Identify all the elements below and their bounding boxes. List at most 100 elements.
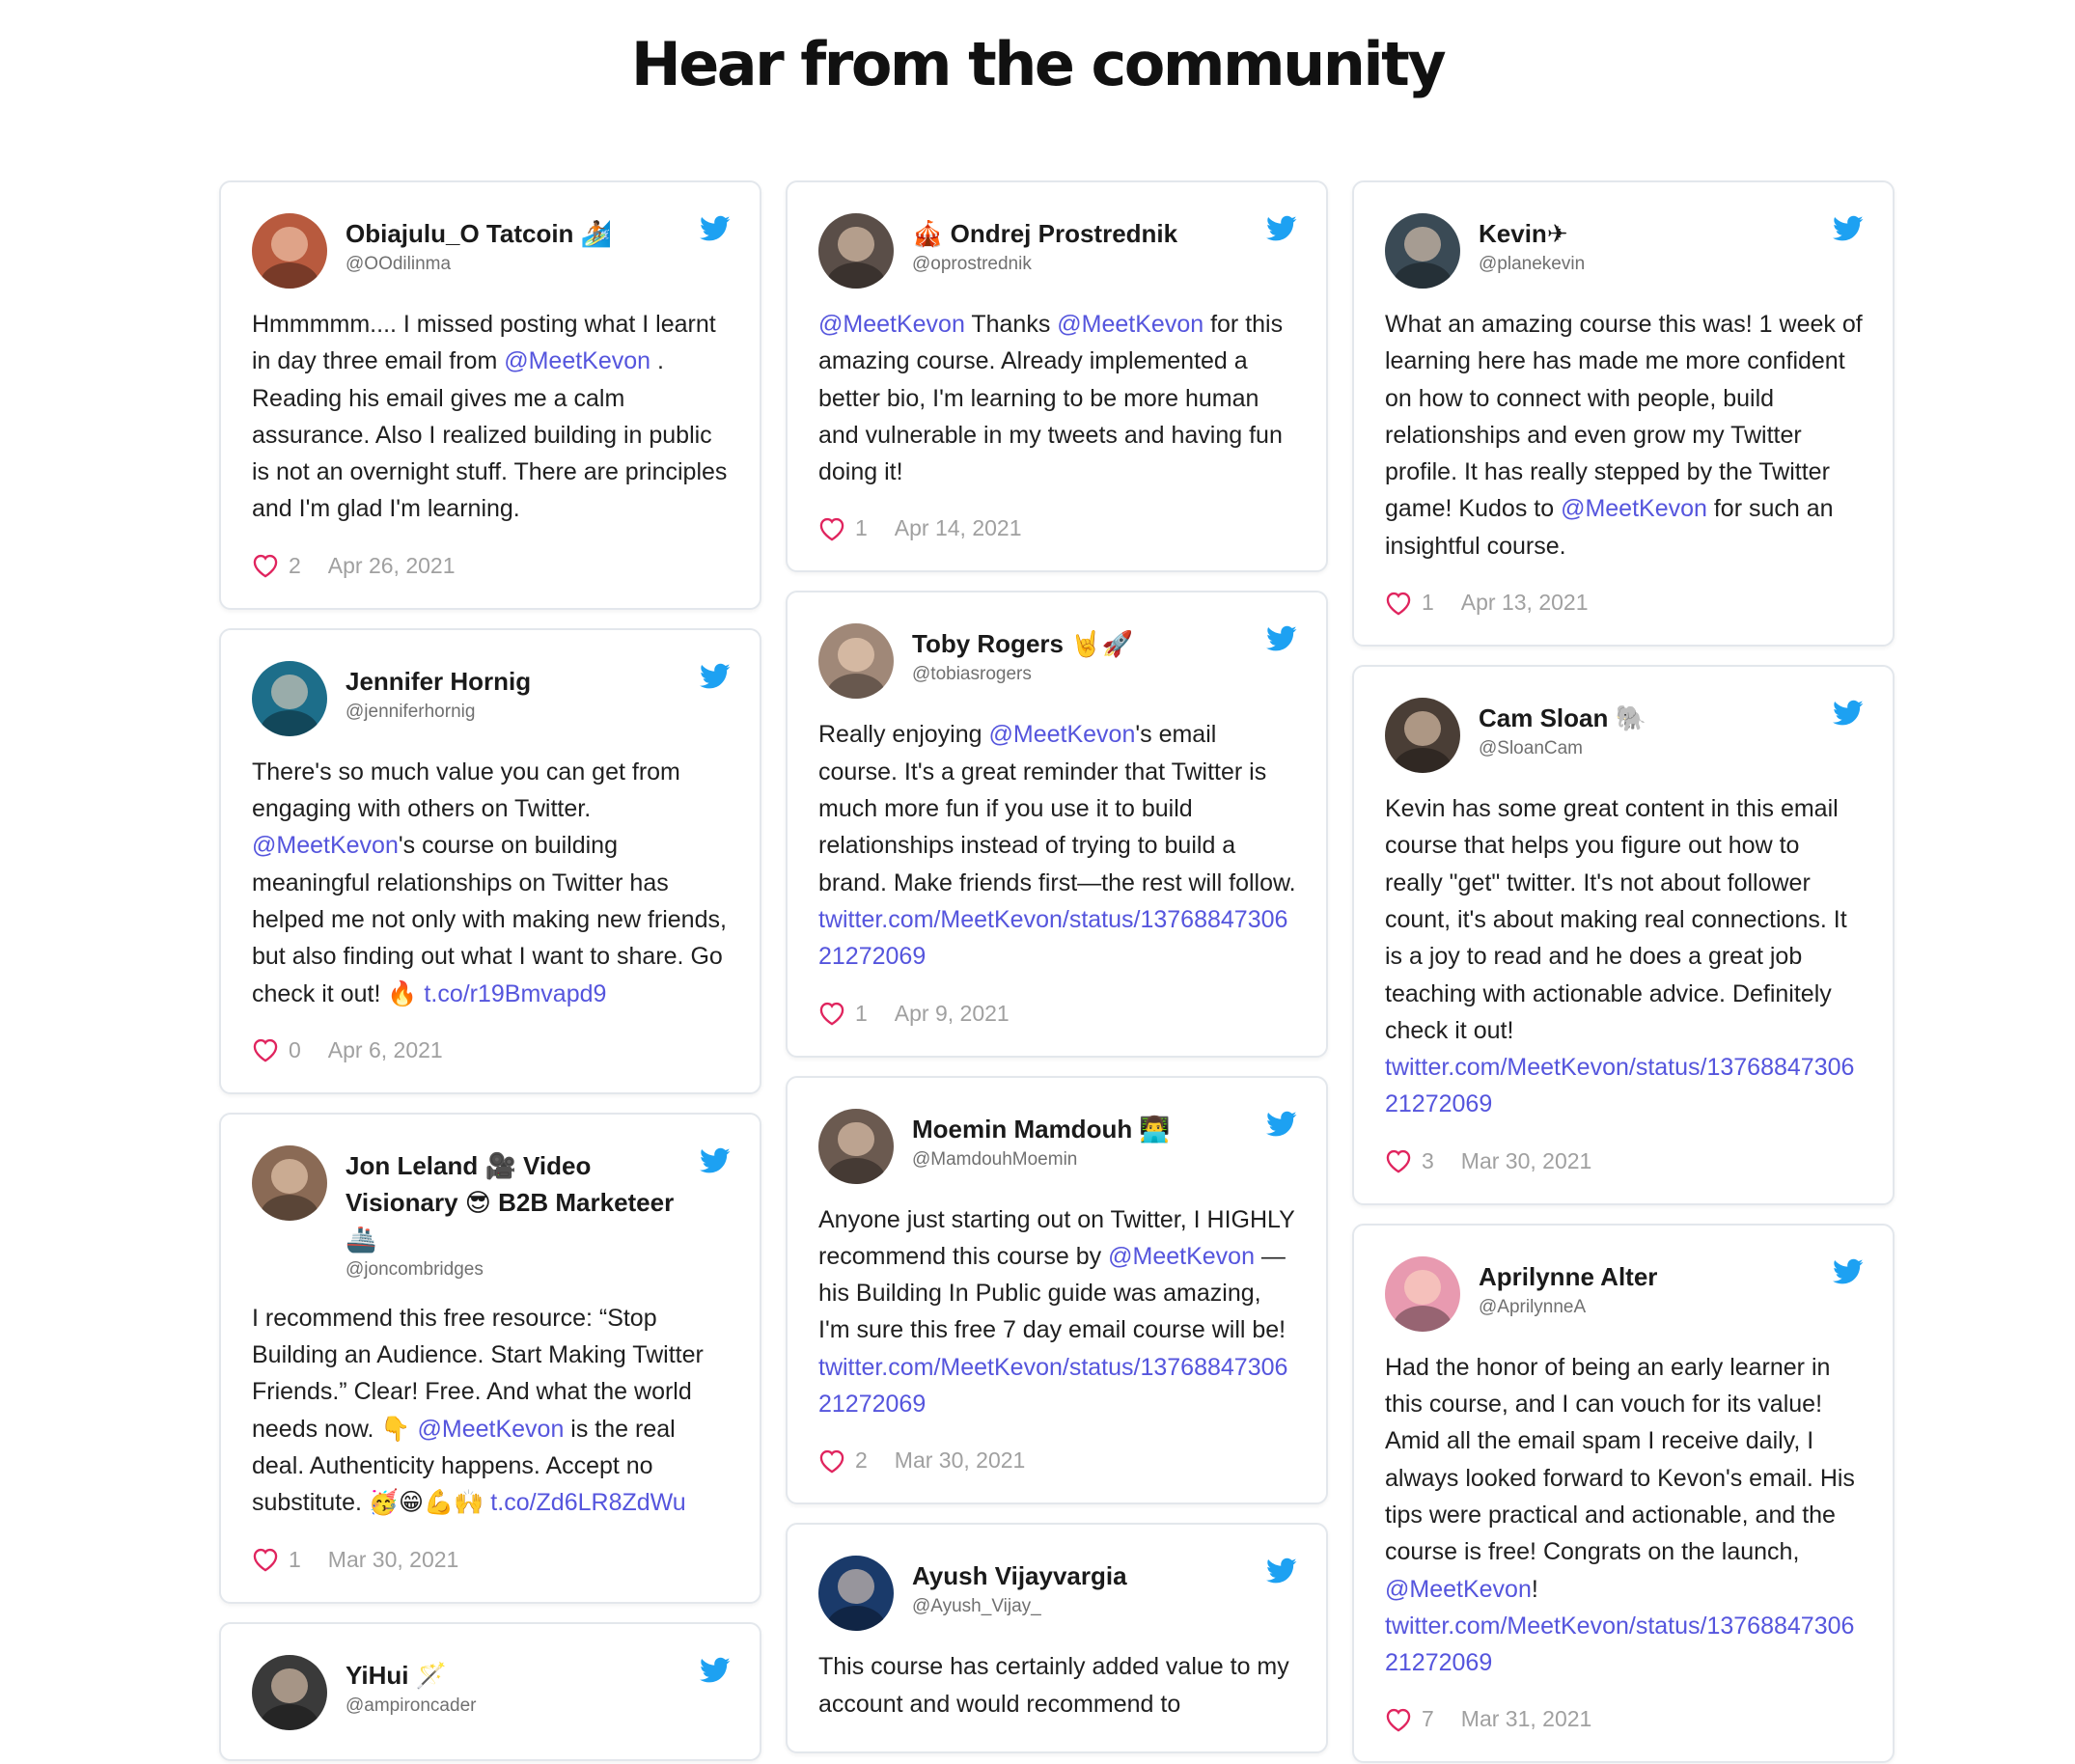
- heart-icon[interactable]: [1385, 591, 1412, 616]
- like-count: 1: [855, 1000, 868, 1026]
- tweet-date[interactable]: Apr 14, 2021: [895, 515, 1022, 541]
- tweet-card[interactable]: Obiajulu_O Tatcoin 🏄🏾 @OOdilinma Hmmmmm...…: [219, 180, 761, 610]
- avatar[interactable]: [818, 623, 894, 700]
- tweet-date[interactable]: Mar 30, 2021: [1461, 1148, 1592, 1174]
- tweet-date[interactable]: Apr 6, 2021: [328, 1037, 443, 1063]
- author-name[interactable]: Toby Rogers 🤘🚀: [912, 625, 1259, 662]
- tweet-card[interactable]: Aprilynne Alter @AprilynneA Had the honor …: [1352, 1223, 1895, 1764]
- tweet-date[interactable]: Apr 9, 2021: [895, 1001, 1010, 1027]
- twitter-bird-icon[interactable]: [700, 1147, 731, 1174]
- tweet-link[interactable]: t.co/r19Bmvapd9: [424, 980, 606, 1007]
- author-handle[interactable]: @joncombridges: [346, 1257, 693, 1282]
- author-name[interactable]: YiHui 🪄: [346, 1657, 693, 1694]
- twitter-bird-icon[interactable]: [700, 663, 731, 690]
- author-name[interactable]: Ayush Vijayvargia: [912, 1557, 1259, 1594]
- heart-icon[interactable]: [818, 1448, 845, 1474]
- avatar[interactable]: [252, 213, 327, 289]
- author-handle[interactable]: @Ayush_Vijay_: [912, 1594, 1259, 1619]
- author-handle[interactable]: @AprilynneA: [1479, 1295, 1826, 1320]
- tweet-text-segment: This course has certainly added value to…: [818, 1653, 1289, 1718]
- tweet-footer: 1 Apr 9, 2021: [818, 1001, 1296, 1027]
- twitter-bird-icon[interactable]: [1266, 1557, 1297, 1585]
- tweet-header: Jon Leland 🎥 Video Visionary 😎 B2B Marke…: [252, 1144, 730, 1282]
- avatar[interactable]: [1385, 213, 1460, 289]
- heart-icon[interactable]: [818, 1001, 845, 1026]
- heart-icon[interactable]: [252, 1547, 279, 1572]
- twitter-bird-icon[interactable]: [1266, 215, 1297, 242]
- tweet-card[interactable]: Toby Rogers 🤘🚀 @tobiasrogers Really enjoyi…: [786, 591, 1328, 1058]
- tweet-card[interactable]: Kevin✈ @planekevin What an amazing course …: [1352, 180, 1895, 648]
- twitter-bird-icon[interactable]: [700, 1657, 731, 1684]
- author-name[interactable]: 🎪 Ondrej Prostrednik: [912, 215, 1259, 252]
- twitter-bird-icon[interactable]: [1833, 1258, 1864, 1285]
- twitter-bird-icon[interactable]: [1266, 1111, 1297, 1138]
- tweet-date[interactable]: Apr 26, 2021: [328, 553, 456, 579]
- author-info: 🎪 Ondrej Prostrednik @oprostrednik: [912, 215, 1259, 277]
- tweet-card[interactable]: Moemin Mamdouh 👨‍💻 @MamdouhMoemin Anyone j…: [786, 1075, 1328, 1505]
- author-handle[interactable]: @planekevin: [1479, 252, 1826, 277]
- author-name[interactable]: Cam Sloan 🐘: [1479, 700, 1826, 736]
- author-name[interactable]: Aprilynne Alter: [1479, 1258, 1826, 1295]
- tweet-link[interactable]: twitter.com/MeetKevon/status/13768847306…: [818, 1354, 1287, 1418]
- author-name[interactable]: Moemin Mamdouh 👨‍💻: [912, 1111, 1259, 1147]
- author-handle[interactable]: @jenniferhornig: [346, 700, 693, 725]
- mention-link[interactable]: @MeetKevon: [418, 1416, 565, 1443]
- tweet-card[interactable]: Ayush Vijayvargia @Ayush_Vijay_ This cours…: [786, 1523, 1328, 1753]
- author-handle[interactable]: @SloanCam: [1479, 736, 1826, 761]
- twitter-bird-icon[interactable]: [1833, 700, 1864, 727]
- heart-icon[interactable]: [1385, 1148, 1412, 1173]
- twitter-bird-icon[interactable]: [700, 215, 731, 242]
- author-name[interactable]: Kevin✈: [1479, 215, 1826, 252]
- mention-link[interactable]: @MeetKevon: [1057, 311, 1204, 338]
- tweet-date[interactable]: Apr 13, 2021: [1461, 590, 1589, 616]
- heart-icon[interactable]: [252, 1037, 279, 1062]
- avatar[interactable]: [252, 1144, 327, 1221]
- tweet-text: Kevin has some great content in this ema…: [1385, 790, 1863, 1123]
- tweet-link[interactable]: twitter.com/MeetKevon/status/13768847306…: [818, 906, 1287, 970]
- tweet-header: Kevin✈ @planekevin: [1385, 213, 1863, 289]
- heart-icon[interactable]: [1385, 1707, 1412, 1732]
- avatar[interactable]: [252, 660, 327, 736]
- author-handle[interactable]: @OOdilinma: [346, 252, 693, 277]
- tweet-card[interactable]: Jennifer Hornig @jenniferhornig There's so…: [219, 627, 761, 1094]
- heart-icon[interactable]: [818, 516, 845, 541]
- author-handle[interactable]: @ampironcader: [346, 1694, 693, 1719]
- avatar[interactable]: [818, 213, 894, 289]
- tweet-date[interactable]: Mar 30, 2021: [895, 1447, 1026, 1474]
- tweet-link[interactable]: t.co/Zd6LR8ZdWu: [490, 1489, 685, 1516]
- mention-link[interactable]: @MeetKevon: [252, 832, 399, 859]
- avatar[interactable]: [1385, 698, 1460, 774]
- mention-link[interactable]: @MeetKevon: [1561, 495, 1707, 522]
- tweet-card[interactable]: Jon Leland 🎥 Video Visionary 😎 B2B Marke…: [219, 1112, 761, 1604]
- tweet-link[interactable]: twitter.com/MeetKevon/status/13768847306…: [1385, 1054, 1854, 1117]
- mention-link[interactable]: @MeetKevon: [1108, 1243, 1255, 1270]
- avatar[interactable]: [818, 1556, 894, 1632]
- avatar[interactable]: [818, 1108, 894, 1184]
- like-count: 2: [289, 552, 301, 578]
- mention-link[interactable]: @MeetKevon: [1385, 1576, 1532, 1603]
- author-handle[interactable]: @MamdouhMoemin: [912, 1147, 1259, 1172]
- tweet-link[interactable]: twitter.com/MeetKevon/status/13768847306…: [1385, 1612, 1854, 1676]
- tweet-card[interactable]: Cam Sloan 🐘 @SloanCam Kevin has some great…: [1352, 665, 1895, 1205]
- twitter-bird-icon[interactable]: [1833, 215, 1864, 242]
- tweet-text-segment: Kevin has some great content in this ema…: [1385, 795, 1847, 1044]
- author-handle[interactable]: @tobiasrogers: [912, 662, 1259, 687]
- mention-link[interactable]: @MeetKevon: [818, 311, 965, 338]
- like-count: 1: [1422, 590, 1434, 616]
- author-name[interactable]: Jon Leland 🎥 Video Visionary 😎 B2B Marke…: [346, 1147, 693, 1257]
- tweet-card[interactable]: YiHui 🪄 @ampironcader: [219, 1621, 761, 1761]
- author-name[interactable]: Jennifer Hornig: [346, 663, 693, 700]
- tweet-text: This course has certainly added value to…: [818, 1648, 1296, 1723]
- heart-icon[interactable]: [252, 553, 279, 578]
- twitter-bird-icon[interactable]: [1266, 625, 1297, 652]
- author-name[interactable]: Obiajulu_O Tatcoin 🏄🏾: [346, 215, 693, 252]
- tweet-header: Jennifer Hornig @jenniferhornig: [252, 660, 730, 736]
- mention-link[interactable]: @MeetKevon: [989, 721, 1136, 748]
- author-handle[interactable]: @oprostrednik: [912, 252, 1259, 277]
- tweet-date[interactable]: Mar 31, 2021: [1461, 1706, 1592, 1732]
- avatar[interactable]: [1385, 1255, 1460, 1332]
- avatar[interactable]: [252, 1654, 327, 1730]
- mention-link[interactable]: @MeetKevon: [504, 347, 650, 374]
- tweet-date[interactable]: Mar 30, 2021: [328, 1547, 459, 1573]
- tweet-card[interactable]: 🎪 Ondrej Prostrednik @oprostrednik @MeetKe…: [786, 180, 1328, 573]
